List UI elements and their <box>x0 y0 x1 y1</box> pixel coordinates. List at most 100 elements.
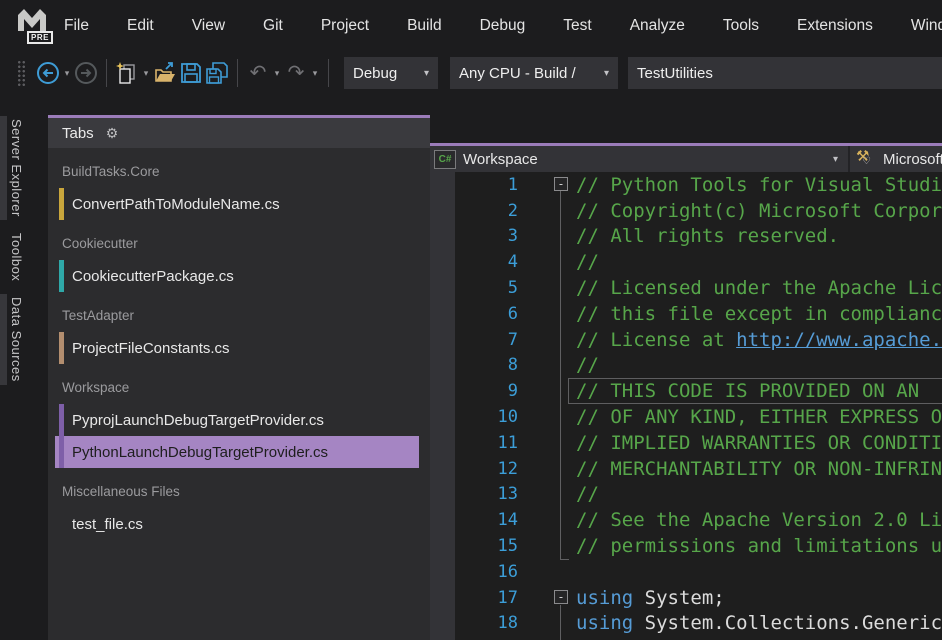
code-segment: // permissions and limitations under the… <box>576 535 942 557</box>
code-line-19[interactable]: 19using System.IO; <box>430 636 942 640</box>
visual-studio-logo: PRE <box>16 5 50 47</box>
code-segment: // OF ANY KIND, EITHER EXPRESS OR IMPLIE… <box>576 406 942 428</box>
solution-platform-dropdown[interactable]: Any CPU - Build / ▾ <box>450 57 618 89</box>
line-number: 15 <box>430 536 518 556</box>
file-item-pythonlaunchdebugtargetprovider-cs[interactable]: PythonLaunchDebugTargetProvider.cs <box>55 436 419 468</box>
menu-item-view[interactable]: View <box>192 17 225 35</box>
code-line-11[interactable]: 11// IMPLIED WARRANTIES OR CONDITIONS OF… <box>430 430 942 456</box>
redo-icon: ↷ <box>288 63 305 83</box>
save-all-icon <box>205 61 229 85</box>
forward-arrow-icon <box>74 61 98 85</box>
code-line-10[interactable]: 10 // OF ANY KIND, EITHER EXPRESS OR IMPL… <box>430 404 942 430</box>
code-line-7[interactable]: 7// License at http://www.apache.org/lic… <box>430 327 942 353</box>
file-item-test-file-cs[interactable]: test_file.cs <box>55 508 419 540</box>
file-item-convertpathtomodulename-cs[interactable]: ConvertPathToModuleName.cs <box>55 188 419 220</box>
startup-project-value: TestUtilities <box>637 65 713 82</box>
solution-configuration-dropdown[interactable]: Debug ▾ <box>344 57 438 89</box>
save-all-button[interactable] <box>204 59 230 87</box>
line-number: 5 <box>430 278 518 298</box>
menu-item-analyze[interactable]: Analyze <box>630 17 685 35</box>
code-text: // Python Tools for Visual Studio <box>576 174 942 196</box>
navbar-type-dropdown[interactable]: ⚒ ♡ Microsoft <box>850 146 942 172</box>
code-segment: // <box>576 251 599 273</box>
code-segment: System; <box>633 587 725 609</box>
menu-item-edit[interactable]: Edit <box>127 17 154 35</box>
tab-group-miscellaneous-files: Miscellaneous Files test_file.cs <box>48 482 430 540</box>
code-line-15[interactable]: 15 // permissions and limitations under t… <box>430 533 942 559</box>
code-line-1[interactable]: 1-// Python Tools for Visual Studio <box>430 172 942 198</box>
menu-item-extensions[interactable]: Extensions <box>797 17 873 35</box>
file-item-cookiecutterpackage-cs[interactable]: CookiecutterPackage.cs <box>55 260 419 292</box>
tab-group-label: Miscellaneous Files <box>62 482 430 502</box>
menu-item-file[interactable]: File <box>64 17 89 35</box>
navbar-project-dropdown[interactable]: C# Workspace ▾ <box>430 146 848 172</box>
menu-item-tools[interactable]: Tools <box>723 17 759 35</box>
code-segment: using <box>576 612 633 634</box>
line-number: 10 <box>430 407 518 427</box>
tabs-panel-title: Tabs <box>62 125 94 142</box>
file-item-projectfileconstants-cs[interactable]: ProjectFileConstants.cs <box>55 332 419 364</box>
chevron-down-icon: ▾ <box>596 68 609 79</box>
code-segment: // MERCHANTABILITY OR NON-INFRINGEMENT. <box>576 458 942 480</box>
code-line-18[interactable]: 18using System.Collections.Generic; <box>430 611 942 637</box>
toolbar-separator <box>106 59 107 87</box>
file-item-pyprojlaunchdebugtargetprovider-cs[interactable]: PyprojLaunchDebugTargetProvider.cs <box>55 404 419 436</box>
line-number: 3 <box>430 226 518 246</box>
redo-dropdown-caret[interactable]: ▾ <box>309 68 321 79</box>
menu-item-build[interactable]: Build <box>407 17 441 35</box>
code-line-12[interactable]: 12// MERCHANTABILITY OR NON-INFRINGEMENT… <box>430 456 942 482</box>
file-project-color-bar <box>59 260 64 292</box>
configuration-value: Debug <box>353 65 397 82</box>
code-line-17[interactable]: 17-using System; <box>430 585 942 611</box>
side-tab-data-sources[interactable]: Data Sources <box>0 297 26 382</box>
back-dropdown-caret[interactable]: ▾ <box>61 68 73 79</box>
line-number: 18 <box>430 613 518 633</box>
side-tab-server-explorer[interactable]: Server Explorer <box>0 119 26 217</box>
code-line-16[interactable]: 16 <box>430 559 942 585</box>
save-icon <box>179 61 203 85</box>
code-line-14[interactable]: 14// See the Apache Version 2.0 License … <box>430 507 942 533</box>
line-number: 13 <box>430 484 518 504</box>
code-line-5[interactable]: 5// Licensed under the Apache License, V… <box>430 275 942 301</box>
code-line-9[interactable]: 9// THIS CODE IS PROVIDED ON AN *AS IS* … <box>430 378 942 404</box>
code-segment: // this file except in compliance with t… <box>576 303 942 325</box>
undo-button[interactable]: ↶ <box>245 59 271 87</box>
open-file-button[interactable] <box>152 59 178 87</box>
menu-item-debug[interactable]: Debug <box>480 17 526 35</box>
fold-collapse-box[interactable]: - <box>554 177 568 191</box>
code-line-3[interactable]: 3 // All rights reserved. <box>430 224 942 250</box>
side-tab-toolbox[interactable]: Toolbox <box>0 233 26 281</box>
code-text: // permissions and limitations under the… <box>576 535 942 557</box>
code-line-6[interactable]: 6// this file except in compliance with … <box>430 301 942 327</box>
menu-item-test[interactable]: Test <box>563 17 591 35</box>
line-number: 2 <box>430 201 518 221</box>
code-line-4[interactable]: 4// <box>430 249 942 275</box>
code-line-8[interactable]: 8// <box>430 353 942 379</box>
menu-items: File Edit View Git Project Build Debug Test Anal… <box>0 17 942 35</box>
new-file-button[interactable] <box>114 59 140 87</box>
redo-button[interactable]: ↷ <box>283 59 309 87</box>
menu-item-git[interactable]: Git <box>263 17 283 35</box>
navigate-forward-button[interactable] <box>73 59 99 87</box>
code-text: // All rights reserved. <box>576 225 839 247</box>
tab-group-label: Workspace <box>62 378 430 398</box>
new-file-dropdown-caret[interactable]: ▾ <box>140 68 152 79</box>
gear-icon[interactable]: ⚙ <box>106 125 119 142</box>
startup-project-dropdown[interactable]: TestUtilities <box>628 57 942 89</box>
code-line-2[interactable]: 2// Copyright(c) Microsoft Corporation <box>430 198 942 224</box>
menu-item-project[interactable]: Project <box>321 17 369 35</box>
navigate-back-button[interactable] <box>35 59 61 87</box>
side-tab-label: Server Explorer <box>9 119 24 217</box>
menu-item-window[interactable]: Window <box>911 17 942 35</box>
file-name: PythonLaunchDebugTargetProvider.cs <box>72 444 328 461</box>
undo-dropdown-caret[interactable]: ▾ <box>271 68 283 79</box>
save-button[interactable] <box>178 59 204 87</box>
line-number: 16 <box>430 562 518 582</box>
code-segment: // <box>576 483 599 505</box>
fold-collapse-box[interactable]: - <box>554 590 568 604</box>
toolbar-grip-handle[interactable] <box>16 59 25 87</box>
code-line-13[interactable]: 13 // <box>430 482 942 508</box>
file-project-color-bar <box>59 188 64 220</box>
code-text: // License at http://www.apache.org/lice… <box>576 329 942 351</box>
code-area[interactable]: 1-// Python Tools for Visual Studio2// C… <box>430 172 942 640</box>
